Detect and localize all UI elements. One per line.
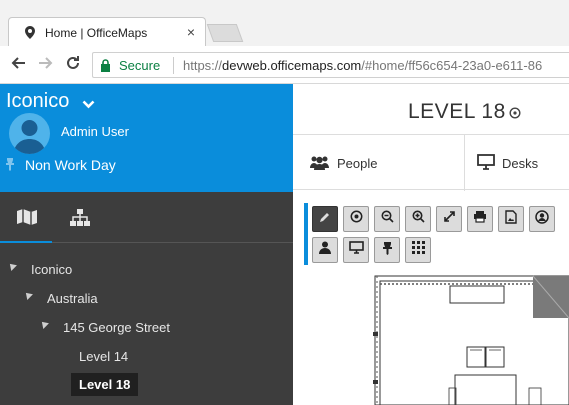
expand-icon <box>443 210 456 228</box>
browser-tab-title: Home | OfficeMaps <box>45 26 148 40</box>
pin-button[interactable] <box>374 237 400 263</box>
person-icon <box>319 241 331 259</box>
zoom-in-icon <box>412 210 425 228</box>
tree-item-iconico[interactable]: Iconico <box>31 262 72 277</box>
sidebar-navigation: Iconico Australia 145 George Street Leve… <box>0 192 293 405</box>
chevron-down-icon[interactable] <box>82 96 95 114</box>
work-status[interactable]: Non Work Day <box>25 157 116 173</box>
tab-people[interactable]: People <box>293 135 464 191</box>
monitor-icon <box>477 154 495 175</box>
avatar[interactable] <box>9 113 50 154</box>
zoom-out-icon <box>381 210 394 228</box>
fullscreen-button[interactable] <box>436 206 462 232</box>
floor-plan[interactable] <box>373 272 569 405</box>
locate-button[interactable] <box>343 206 369 232</box>
url-host: devweb.officemaps.com <box>222 58 362 73</box>
tab-org-chart[interactable] <box>56 192 108 243</box>
reload-icon[interactable] <box>65 55 81 75</box>
organization-name[interactable]: Iconico <box>6 90 69 113</box>
tree-collapse-icon[interactable] <box>39 319 49 329</box>
browser-tab[interactable]: Home | OfficeMaps × <box>8 17 206 46</box>
lock-icon <box>100 59 111 77</box>
page-title: LEVEL 18 <box>408 100 506 123</box>
url-scheme: https:// <box>183 58 223 73</box>
address-bar[interactable]: Secure https://devweb.officemaps.com/#ho… <box>92 52 569 78</box>
tab-people-label: People <box>337 156 378 171</box>
grid-icon <box>411 241 425 259</box>
tab-map[interactable] <box>0 192 52 243</box>
tree-item-level-14[interactable]: Level 14 <box>79 349 128 364</box>
sidebar-header: Iconico Admin User Non Work Day <box>0 84 293 192</box>
grid-button[interactable] <box>405 237 431 263</box>
pencil-icon <box>319 210 331 228</box>
tree-collapse-icon[interactable] <box>7 261 17 271</box>
org-chart-icon <box>70 209 90 232</box>
pin-icon <box>5 157 15 176</box>
pin-icon <box>382 241 393 260</box>
target-icon[interactable] <box>509 106 521 124</box>
tree-item-building[interactable]: 145 George Street <box>63 320 170 335</box>
print-icon <box>473 210 487 228</box>
user-name[interactable]: Admin User <box>61 124 129 139</box>
map-toolbar <box>304 203 569 265</box>
url-separator <box>173 57 174 74</box>
url-text: https://devweb.officemaps.com/#home/ff56… <box>183 58 542 73</box>
tab-desks[interactable]: Desks <box>465 135 569 191</box>
zoom-in-button[interactable] <box>405 206 431 232</box>
main-content: LEVEL 18 People Desks <box>293 84 569 405</box>
sidebar-tabs <box>0 192 293 243</box>
tree-item-level-18[interactable]: Level 18 <box>71 373 139 396</box>
export-image-button[interactable] <box>498 206 524 232</box>
zoom-out-button[interactable] <box>374 206 400 232</box>
forward-arrow-icon[interactable] <box>38 55 54 75</box>
people-icon <box>310 155 329 175</box>
monitor-icon <box>348 241 364 259</box>
map-icon <box>16 208 38 231</box>
tree-item-australia[interactable]: Australia <box>47 291 98 306</box>
view-tabs: People Desks <box>293 134 569 191</box>
browser-tab-strip: Home | OfficeMaps × <box>0 0 569 46</box>
back-arrow-icon[interactable] <box>10 55 26 75</box>
user-circle-icon <box>535 209 549 229</box>
person-button[interactable] <box>312 237 338 263</box>
tab-desks-label: Desks <box>502 156 539 171</box>
secure-label: Secure <box>119 58 161 73</box>
target-icon <box>350 210 363 228</box>
print-button[interactable] <box>467 206 493 232</box>
image-export-icon <box>505 209 517 229</box>
edit-button[interactable] <box>312 206 338 232</box>
close-tab-icon[interactable]: × <box>187 24 195 40</box>
location-pin-icon <box>25 26 35 44</box>
tree-collapse-icon[interactable] <box>23 290 33 300</box>
user-button[interactable] <box>529 206 555 232</box>
browser-toolbar: Secure https://devweb.officemaps.com/#ho… <box>0 46 569 84</box>
url-path: /#home/ff56c654-23a0-e611-86 <box>361 58 543 73</box>
desk-button[interactable] <box>343 237 369 263</box>
new-tab-button[interactable] <box>206 24 244 42</box>
